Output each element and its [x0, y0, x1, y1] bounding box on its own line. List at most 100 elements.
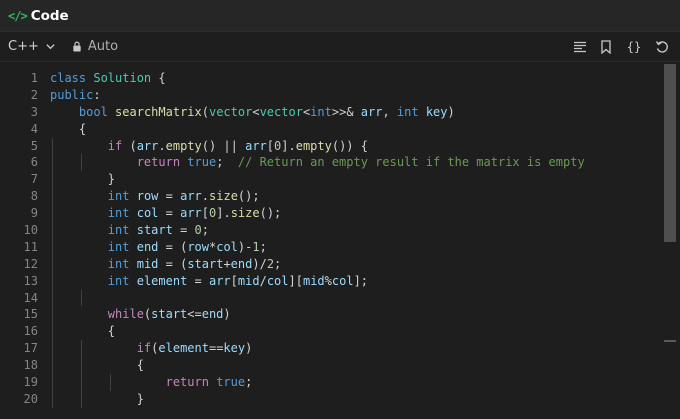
indent-guide [80, 357, 82, 375]
code-line: 15 while(start<=end) [0, 306, 680, 324]
code-token: ) [223, 307, 231, 322]
code-token: { [50, 324, 116, 339]
code-token: int [107, 223, 130, 238]
code-line: 7 } [0, 171, 680, 189]
indent-guide [52, 340, 53, 358]
line-text: } [38, 171, 115, 188]
code-token: ; [216, 155, 238, 170]
code-token: row [136, 189, 159, 204]
code-token: arr [208, 273, 231, 288]
code-token: int [107, 206, 130, 221]
code-token: ][ [288, 273, 303, 288]
indent-guide [109, 374, 111, 391]
code-token: arr [360, 104, 383, 119]
line-text: int end = (row*col)-1; [38, 239, 267, 256]
line-number: 1 [30, 71, 38, 85]
code-token: 0 [194, 223, 202, 238]
code-line: 11 int end = (row*col)-1; [0, 238, 680, 256]
code-token: . [201, 189, 210, 204]
code-token: <= [187, 307, 202, 322]
code-token: mid [237, 273, 260, 288]
code-lines: 1 class Solution {2 public: 3 bool searchMa… [0, 62, 680, 408]
code-editor[interactable]: 1 class Solution {2 public: 3 bool searchMa… [0, 62, 680, 419]
code-line: 18 { [0, 357, 680, 375]
code-token: class [50, 71, 87, 85]
code-line: 10 int start = 0; [0, 222, 680, 239]
braces-icon: {} [626, 39, 642, 54]
code-token: [ [266, 138, 275, 153]
editor-scrollbar[interactable] [664, 62, 676, 419]
code-token: < [252, 104, 260, 119]
code-token: = [158, 206, 181, 221]
code-token: true [216, 375, 246, 390]
chevron-down-icon [46, 44, 55, 50]
code-token: ]; [353, 273, 369, 288]
scrollbar-thumb[interactable] [664, 64, 676, 242]
code-line: 9 int col = arr[0].size(); [0, 205, 680, 223]
code-token: arr [245, 138, 267, 153]
indent-guide [80, 340, 82, 358]
code-token: ) [245, 341, 253, 356]
code-token: () || [201, 138, 246, 153]
code-token: start [151, 307, 188, 322]
format-button[interactable] [572, 39, 588, 55]
code-line: 19 return true; [0, 374, 680, 391]
code-token: int [107, 256, 130, 271]
code-token: ) [447, 104, 455, 119]
scrollbar-marker [664, 340, 676, 342]
code-token: ; [259, 239, 267, 254]
code-token: + [223, 256, 231, 271]
line-number: 10 [23, 223, 38, 238]
lock-icon [73, 41, 81, 52]
code-line: 16 { [0, 323, 680, 341]
language-selector[interactable]: C++ [8, 39, 56, 54]
line-text: if (arr.empty() || arr[0].empty()) { [38, 138, 368, 155]
code-token: key [425, 104, 448, 119]
line-number: 6 [30, 155, 38, 170]
indent-guide [52, 272, 53, 290]
line-number: 3 [30, 104, 38, 119]
code-token: = [172, 223, 195, 238]
indent-guide [52, 238, 53, 256]
code-token: / [259, 273, 267, 288]
code-line: 13 int element = arr[mid/col][mid%col]; [0, 272, 680, 290]
line-text: if(element==key) [38, 340, 253, 357]
code-token: key [223, 341, 246, 356]
code-token: size [209, 189, 238, 204]
braces-button[interactable]: {} [624, 39, 644, 55]
code-token: return [165, 375, 209, 390]
indent-guide [80, 374, 82, 391]
code-token: element [136, 273, 188, 288]
code-token: ; [274, 256, 282, 271]
code-line: 2 public: [0, 87, 680, 104]
reset-button[interactable] [654, 39, 670, 55]
bookmark-button[interactable] [598, 39, 614, 55]
code-token: mid [302, 273, 325, 288]
auto-mode-indicator[interactable]: Auto [72, 39, 118, 54]
code-token: } [50, 172, 116, 187]
indent-guide [52, 255, 53, 273]
auto-mode-label: Auto [87, 39, 119, 54]
code-token: if [107, 138, 123, 153]
line-text: return true; // Return an empty result i… [38, 154, 585, 171]
code-token: )/ [252, 256, 267, 271]
indent-guide [80, 289, 82, 307]
code-token: while [107, 307, 144, 322]
code-line: 14 [0, 289, 680, 307]
code-token: (); [259, 206, 282, 221]
code-token: ; [245, 375, 253, 390]
code-line: 6 return true; // Return an empty result… [0, 154, 680, 172]
code-token: Solution [93, 71, 152, 85]
indent-guide [52, 357, 53, 375]
code-token: end [201, 307, 224, 322]
line-number: 11 [23, 239, 38, 254]
